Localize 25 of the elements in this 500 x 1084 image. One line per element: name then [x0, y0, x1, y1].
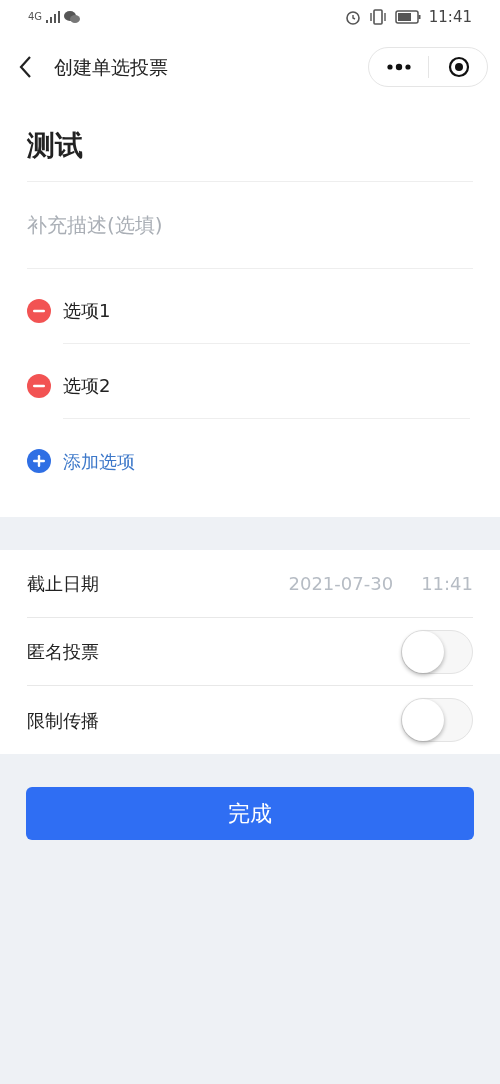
remove-icon[interactable] [27, 373, 51, 398]
setting-label: 限制传播 [27, 708, 99, 733]
chat-icon [64, 10, 81, 24]
vote-title[interactable]: 测试 [27, 125, 83, 167]
page-title: 创建单选投票 [54, 54, 168, 80]
alarm-icon [344, 9, 361, 25]
vibrate-icon [368, 9, 387, 25]
description-field[interactable]: 补充描述(选填) [27, 210, 473, 240]
add-icon[interactable] [27, 449, 51, 473]
remove-icon[interactable] [27, 298, 51, 323]
option-label[interactable]: 选项1 [63, 296, 111, 324]
done-button[interactable]: 完成 [26, 787, 474, 840]
signal-icon [46, 11, 61, 23]
battery-icon [394, 10, 421, 24]
more-icon[interactable] [387, 63, 411, 71]
setting-label: 匿名投票 [27, 640, 99, 664]
network-label: 4G [28, 12, 43, 22]
close-icon[interactable] [448, 56, 470, 78]
option-label[interactable]: 选项2 [63, 371, 111, 399]
setting-label: 截止日期 [27, 572, 99, 596]
back-icon[interactable] [18, 55, 34, 79]
toggle-switch[interactable] [401, 629, 473, 674]
add-option-link[interactable]: 添加选项 [63, 447, 135, 475]
toggle-switch[interactable] [401, 698, 473, 742]
status-time: 11:41 [428, 6, 472, 28]
